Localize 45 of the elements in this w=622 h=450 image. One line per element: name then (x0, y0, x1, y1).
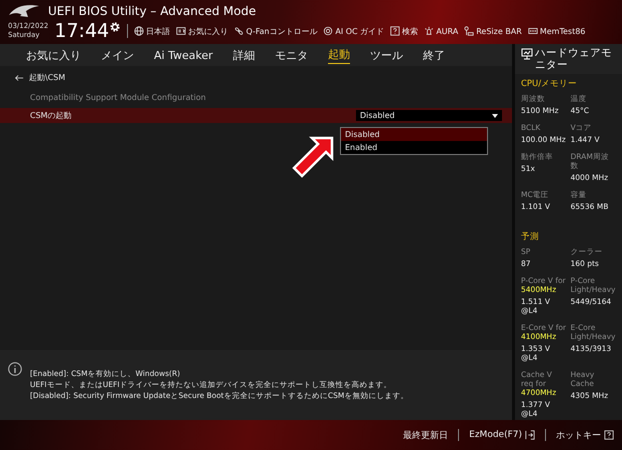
dropdown-option[interactable]: Enabled (341, 141, 487, 154)
menu-tab[interactable]: お気に入り (26, 46, 81, 64)
setting-row[interactable]: CSMの起動 Disabled (0, 108, 512, 123)
footer-button[interactable]: EzMode(F7) (469, 430, 535, 440)
menu-tab[interactable]: 終了 (422, 46, 445, 64)
info-icon (8, 362, 22, 376)
toolbar-link[interactable]: 日本語 (146, 26, 170, 36)
help-icon (390, 26, 400, 36)
toolbar-link[interactable]: MemTest86 (540, 26, 586, 36)
menu-tab[interactable]: 起動 (328, 46, 350, 64)
section-heading: 予測 (521, 231, 540, 243)
setting-label: CSMの起動 (30, 110, 72, 121)
menu-tab[interactable]: ツール (370, 46, 403, 64)
clock-time: 17:44 (54, 21, 110, 41)
footer-button[interactable]: ホットキー (556, 428, 614, 442)
section-title: Compatibility Support Module Configuration (29, 93, 207, 102)
exit-icon (525, 430, 535, 440)
section-heading: CPU/メモリー (521, 78, 578, 90)
monitor-icon (521, 48, 533, 60)
caret-icon (492, 114, 498, 118)
window-title: UEFI BIOS Utility – Advanced Mode (48, 4, 256, 18)
menu-tab[interactable]: 詳細 (232, 46, 255, 64)
toolbar-link[interactable]: お気に入り (188, 26, 228, 36)
toolbar-link[interactable]: ReSize BAR (476, 26, 522, 36)
menu-tab[interactable]: モニタ (274, 46, 308, 64)
star-list-icon (176, 26, 186, 36)
globe-icon (134, 26, 144, 36)
chip-icon (323, 26, 334, 36)
dropdown-option[interactable]: Disabled (341, 128, 487, 141)
menu-tab[interactable]: Ai Tweaker (154, 48, 213, 62)
breadcrumb: 起動\CSM (29, 72, 66, 83)
help-icon (604, 430, 614, 440)
toolbar-link[interactable]: Q-Fanコントロール (246, 26, 318, 36)
menu-tab[interactable]: メイン (101, 46, 134, 64)
toolbar-link[interactable]: AURA (436, 26, 458, 36)
toolbar-link[interactable]: 検索 (402, 26, 418, 36)
back-arrow-icon[interactable] (14, 72, 24, 82)
panel-title: ハードウェアモニター (535, 47, 613, 71)
key-icon (464, 26, 474, 36)
toolbar-link[interactable]: AI OC ガイド (335, 26, 384, 36)
dropdown-field[interactable]: Disabled (356, 110, 502, 121)
light-icon (424, 26, 434, 36)
memory-icon (528, 26, 538, 36)
footer-button[interactable]: 最終更新日 (403, 428, 448, 442)
settings-icon[interactable] (109, 21, 122, 33)
